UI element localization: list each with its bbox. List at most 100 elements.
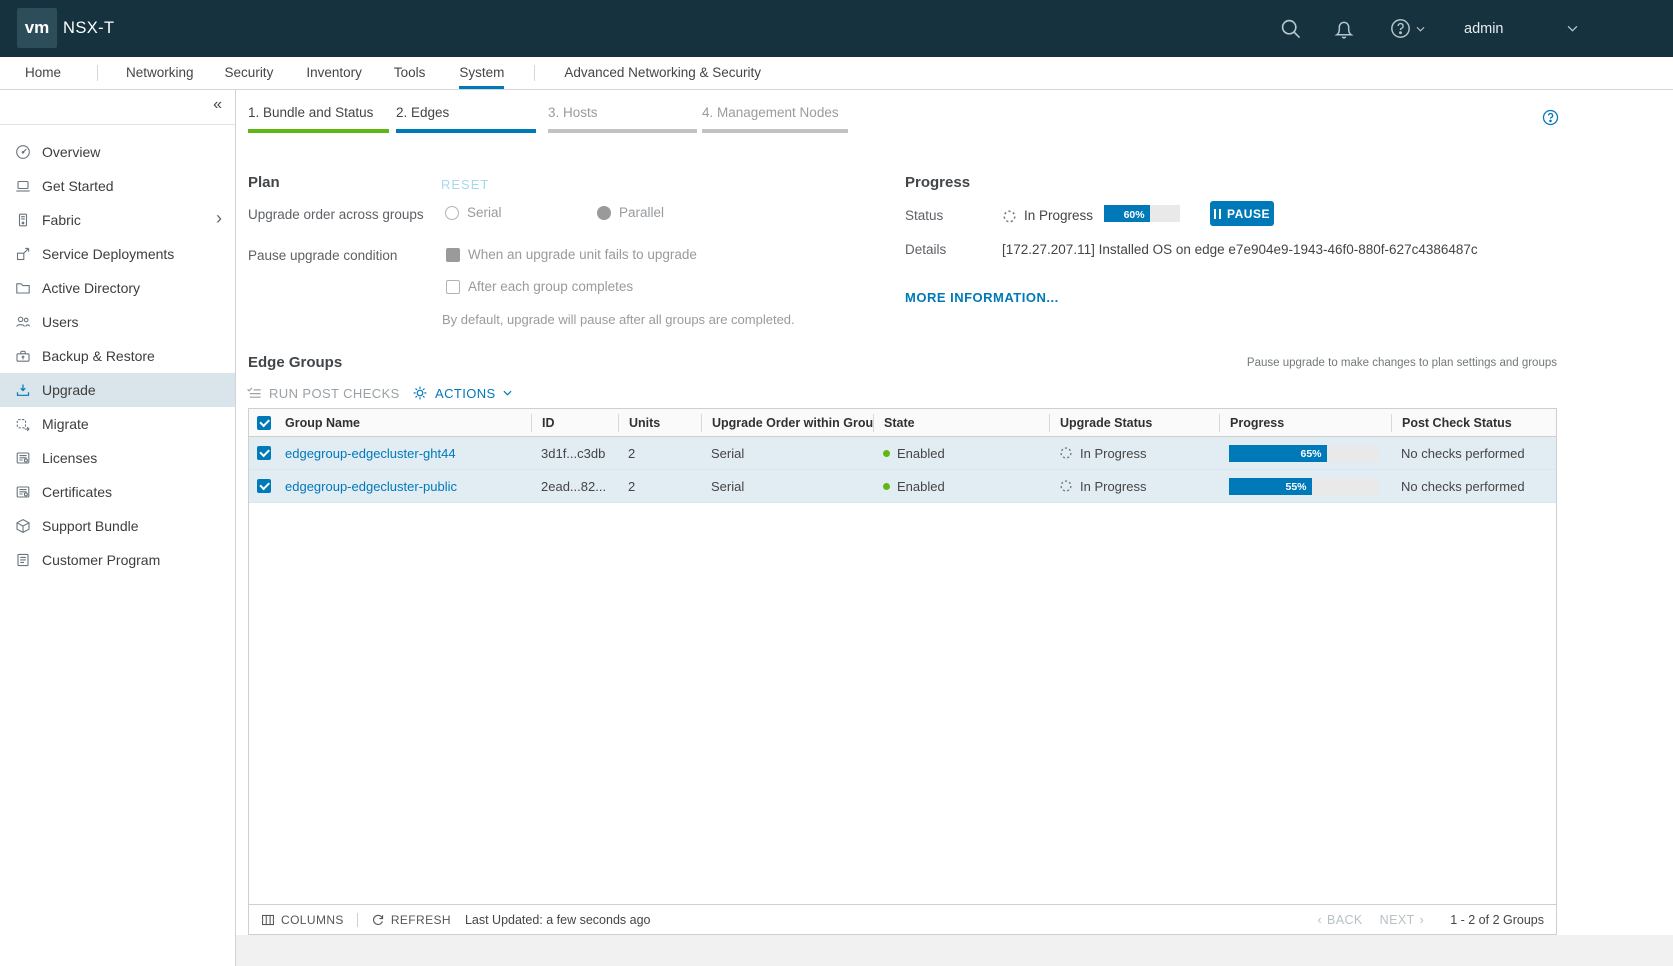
step-hosts[interactable]: 3. Hosts bbox=[548, 105, 697, 133]
cube-icon bbox=[15, 518, 31, 534]
pause-button[interactable]: PAUSE bbox=[1210, 201, 1274, 226]
user-menu-chevron-icon[interactable] bbox=[1567, 0, 1578, 57]
help-menu[interactable] bbox=[1390, 0, 1425, 57]
sidebar-item-certificates[interactable]: Certificates bbox=[0, 475, 235, 509]
spinner-icon bbox=[1059, 446, 1073, 460]
refresh-button[interactable]: REFRESH bbox=[371, 913, 451, 927]
last-updated-text: Last Updated: a few seconds ago bbox=[465, 913, 651, 927]
sidebar-item-overview[interactable]: Overview bbox=[0, 135, 235, 169]
radio-selected-icon bbox=[597, 206, 611, 220]
upgrade-order-label: Upgrade order across groups bbox=[248, 207, 424, 222]
search-icon[interactable] bbox=[1280, 0, 1302, 57]
columns-button[interactable]: COLUMNS bbox=[261, 913, 344, 927]
main-nav: Home Networking Security Inventory Tools… bbox=[0, 57, 1673, 90]
row-count-text: 1 - 2 of 2 Groups bbox=[1450, 913, 1544, 927]
plan-title: Plan bbox=[248, 174, 280, 191]
col-upgrade-status[interactable]: Upgrade Status bbox=[1049, 414, 1219, 432]
nav-divider bbox=[534, 65, 535, 81]
run-post-checks-button[interactable]: RUN POST CHECKS bbox=[246, 385, 400, 401]
sidebar-item-users[interactable]: Users bbox=[0, 305, 235, 339]
checkbox-after-each-group[interactable]: After each group completes bbox=[446, 279, 633, 294]
users-icon bbox=[15, 314, 31, 330]
sidebar-item-upgrade[interactable]: Upgrade bbox=[0, 373, 235, 407]
sidebar-item-migrate[interactable]: Migrate bbox=[0, 407, 235, 441]
sidebar-item-customer-program[interactable]: Customer Program bbox=[0, 543, 235, 577]
tab-home[interactable]: Home bbox=[25, 57, 61, 89]
row-progress-bar: 55% bbox=[1229, 478, 1379, 495]
group-name-link[interactable]: edgegroup-edgecluster-public bbox=[285, 479, 457, 494]
overall-progress-bar: 60% bbox=[1104, 205, 1180, 222]
enabled-dot-icon bbox=[883, 450, 890, 457]
col-group-name[interactable]: Group Name bbox=[275, 414, 531, 432]
status-value: In Progress bbox=[1024, 208, 1093, 223]
col-state[interactable]: State bbox=[873, 414, 1049, 432]
group-name-link[interactable]: edgegroup-edgecluster-ght44 bbox=[285, 446, 456, 461]
sidebar-item-active-directory[interactable]: Active Directory bbox=[0, 271, 235, 305]
step-edges[interactable]: 2. Edges bbox=[396, 105, 536, 133]
pause-icon bbox=[1214, 209, 1221, 219]
step-bundle-and-status[interactable]: 1. Bundle and Status bbox=[248, 105, 389, 133]
tab-advanced-networking[interactable]: Advanced Networking & Security bbox=[564, 57, 761, 89]
col-progress[interactable]: Progress bbox=[1219, 414, 1391, 432]
document-icon bbox=[15, 552, 31, 568]
sidebar-item-get-started[interactable]: Get Started bbox=[0, 169, 235, 203]
radio-icon bbox=[445, 206, 459, 220]
tab-security[interactable]: Security bbox=[225, 57, 274, 89]
user-menu[interactable]: admin bbox=[1464, 0, 1504, 57]
col-upgrade-order[interactable]: Upgrade Order within Group bbox=[701, 414, 873, 432]
step-management-nodes[interactable]: 4. Management Nodes bbox=[702, 105, 848, 133]
help-icon bbox=[1390, 18, 1411, 39]
details-label: Details bbox=[905, 242, 946, 257]
edge-groups-hint: Pause upgrade to make changes to plan se… bbox=[1247, 357, 1557, 369]
radio-parallel[interactable]: Parallel bbox=[597, 205, 664, 220]
footer-divider bbox=[357, 913, 358, 927]
sidebar-item-service-deployments[interactable]: Service Deployments bbox=[0, 237, 235, 271]
step-progress-bar bbox=[548, 129, 697, 133]
actions-menu-button[interactable]: ACTIONS bbox=[412, 385, 512, 401]
col-id[interactable]: ID bbox=[531, 414, 618, 432]
progress-title: Progress bbox=[905, 174, 970, 191]
tab-inventory[interactable]: Inventory bbox=[306, 57, 362, 89]
sidebar-collapse-icon[interactable]: « bbox=[213, 96, 222, 114]
reset-button[interactable]: RESET bbox=[441, 177, 489, 192]
refresh-icon bbox=[371, 913, 385, 927]
row-checkbox[interactable] bbox=[257, 446, 271, 460]
row-checkbox[interactable] bbox=[257, 479, 271, 493]
notifications-icon[interactable] bbox=[1333, 0, 1355, 57]
select-all-checkbox[interactable] bbox=[257, 416, 271, 430]
checkbox-fail-to-upgrade[interactable]: When an upgrade unit fails to upgrade bbox=[446, 247, 697, 262]
folder-icon bbox=[15, 280, 31, 296]
upgrade-wizard-steps: 1. Bundle and Status 2. Edges 3. Hosts 4… bbox=[248, 105, 855, 133]
radio-serial[interactable]: Serial bbox=[445, 205, 502, 220]
tab-tools[interactable]: Tools bbox=[394, 57, 426, 89]
checkbox-checked-icon bbox=[446, 248, 460, 262]
laptop-icon bbox=[15, 178, 31, 194]
sidebar: « Overview Get Started Fabric › Service … bbox=[0, 90, 236, 966]
pause-condition-label: Pause upgrade condition bbox=[248, 248, 397, 263]
next-button[interactable]: NEXT› bbox=[1380, 913, 1425, 927]
page-help-icon[interactable] bbox=[1542, 109, 1559, 126]
col-units[interactable]: Units bbox=[618, 414, 701, 432]
spinner-icon bbox=[1059, 479, 1073, 493]
nav-divider bbox=[97, 65, 98, 81]
edge-groups-title: Edge Groups bbox=[248, 354, 342, 371]
tab-networking[interactable]: Networking bbox=[126, 57, 194, 89]
sidebar-header: « bbox=[0, 90, 235, 125]
checklist-icon bbox=[246, 385, 262, 401]
back-button[interactable]: ‹BACK bbox=[1317, 913, 1362, 927]
sidebar-item-support-bundle[interactable]: Support Bundle bbox=[0, 509, 235, 543]
chevron-left-icon: ‹ bbox=[1317, 913, 1322, 927]
upgrade-icon bbox=[15, 382, 31, 398]
chevron-down-icon bbox=[503, 390, 512, 396]
more-information-link[interactable]: MORE INFORMATION... bbox=[905, 290, 1059, 305]
sidebar-item-fabric[interactable]: Fabric › bbox=[0, 203, 235, 237]
sidebar-item-licenses[interactable]: Licenses bbox=[0, 441, 235, 475]
col-post-check-status[interactable]: Post Check Status bbox=[1391, 414, 1556, 432]
sidebar-item-backup-restore[interactable]: Backup & Restore bbox=[0, 339, 235, 373]
migrate-icon bbox=[15, 416, 31, 432]
status-label: Status bbox=[905, 208, 943, 223]
tab-system[interactable]: System bbox=[459, 57, 504, 89]
pause-default-note: By default, upgrade will pause after all… bbox=[442, 312, 795, 327]
checkbox-icon bbox=[446, 280, 460, 294]
columns-icon bbox=[261, 913, 275, 927]
